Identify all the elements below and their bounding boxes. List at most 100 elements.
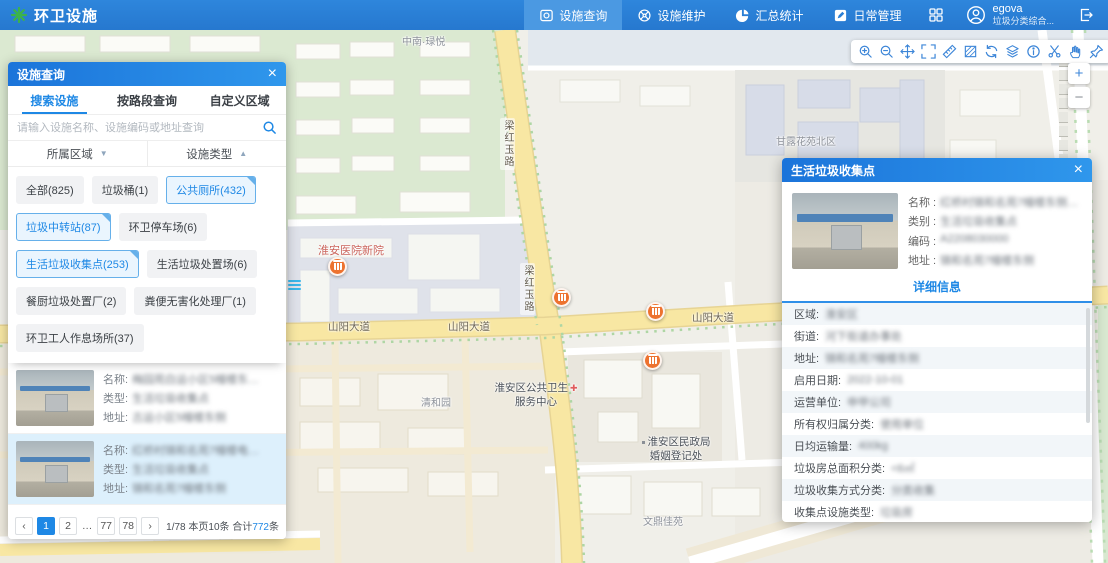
- user-menu[interactable]: egova 垃圾分类综合...: [966, 3, 1054, 27]
- map-label-hospital: 淮安医院新院: [318, 242, 384, 258]
- map-tool-extent[interactable]: [920, 43, 937, 60]
- type-dropdown[interactable]: 设施类型 ▲: [148, 141, 287, 166]
- map-label-area: 清和园: [421, 394, 451, 409]
- pagination: ‹ 1 2 … 77 78 › 1/78 本页10条 合计772条: [8, 512, 286, 539]
- close-icon[interactable]: ×: [268, 66, 277, 82]
- statistics-icon: [735, 8, 750, 23]
- prev-page-button[interactable]: ‹: [15, 517, 33, 535]
- tab-search-facility[interactable]: 搜索设施: [8, 86, 101, 114]
- field-label: 区域:: [794, 306, 819, 322]
- user-org: 垃圾分类综合...: [992, 16, 1054, 27]
- map-tool-measure[interactable]: [941, 43, 958, 60]
- map-tool-layers[interactable]: [1004, 43, 1021, 60]
- facility-maintain-icon: [637, 8, 652, 23]
- type-dropdown-label: 设施类型: [186, 146, 232, 162]
- logout-button[interactable]: [1064, 0, 1108, 30]
- chip-disposal-site[interactable]: 生活垃圾处置场(6): [147, 250, 257, 278]
- total-count: 772: [252, 522, 269, 533]
- field-label: 启用日期:: [794, 372, 841, 388]
- map-label-area: 甘露花苑北区: [776, 133, 836, 148]
- chip-night-soil[interactable]: 粪便无害化处理厂(1): [134, 287, 255, 315]
- tab-detail-info[interactable]: 详细信息: [782, 278, 1092, 303]
- map-tool-pan[interactable]: [899, 43, 916, 60]
- map-tool-clip[interactable]: [1046, 43, 1063, 60]
- page-2-button[interactable]: 2: [59, 517, 77, 535]
- chip-worker-rest[interactable]: 环卫工人作息场所(37): [16, 324, 144, 352]
- page-ellipsis: …: [81, 517, 93, 535]
- panel-header: 设施查询 ×: [8, 62, 286, 86]
- zoom-out-icon: [879, 44, 894, 59]
- map-tool-area-measure[interactable]: [962, 43, 979, 60]
- user-name: egova: [992, 3, 1054, 16]
- list-item[interactable]: 名称:红桥村锦和名苑8幢楼电… 类型:生活垃圾收集点: [8, 505, 286, 512]
- tab-by-road[interactable]: 按路段查询: [101, 86, 194, 114]
- field-value: 锦和名苑7幢楼东侧: [132, 480, 226, 496]
- map-tool-zoom-in[interactable]: [857, 43, 874, 60]
- scrollbar[interactable]: [1086, 308, 1090, 423]
- field-value: 分类收集: [891, 482, 935, 498]
- map-tool-hand[interactable]: [1067, 43, 1084, 60]
- facility-detail-panel: 生活垃圾收集点 × 名称 :红桥村锦和名苑7幢楼东侧01垃圾收… 类别 :生活垃…: [782, 158, 1092, 522]
- list-item[interactable]: 名称:梅园苑白运小区5幢楼东… 类型:生活垃圾收集点 地址:古运小区5幢楼东侧: [8, 363, 286, 434]
- facility-marker[interactable]: [643, 351, 662, 370]
- zoom-in-icon: [858, 44, 873, 59]
- trash-bin-icon: [558, 294, 566, 301]
- chip-transfer-station[interactable]: 垃圾中转站(87): [16, 213, 111, 241]
- field-value: 河下街道办事处: [825, 328, 902, 344]
- chip-public-toilet[interactable]: 公共厕所(432): [166, 176, 256, 204]
- civil-affairs-line2: 婚姻登记处: [650, 450, 703, 462]
- poi-dot-icon: [642, 441, 645, 444]
- search-icon[interactable]: [262, 120, 277, 135]
- facility-marker[interactable]: [646, 302, 665, 321]
- map-tool-info[interactable]: [1025, 43, 1042, 60]
- region-dropdown[interactable]: 所属区域 ▼: [8, 141, 148, 166]
- map-tool-zoom-out[interactable]: [878, 43, 895, 60]
- chip-trash-can[interactable]: 垃圾桶(1): [92, 176, 158, 204]
- pagination-info: 1/78 本页10条 合计772条: [166, 518, 279, 533]
- field-value: 生活垃圾收集点: [132, 461, 209, 477]
- avatar-icon: [966, 5, 986, 25]
- field-label: 类型:: [103, 390, 128, 406]
- next-page-button[interactable]: ›: [141, 517, 159, 535]
- chip-collection-point[interactable]: 生活垃圾收集点(253): [16, 250, 139, 278]
- facility-query-panel: 设施查询 × 搜索设施 按路段查询 自定义区域 所属区域 ▼ 设施类型 ▲ 全部…: [8, 62, 286, 539]
- nav-facility-maintain[interactable]: 设施维护: [622, 0, 720, 30]
- nav-daily-management[interactable]: 日常管理: [818, 0, 916, 30]
- map-tool-pin[interactable]: [1088, 43, 1105, 60]
- facility-marker[interactable]: [552, 288, 571, 307]
- main-nav: 设施查询 设施维护 汇总统计 日常管理 egova 垃圾分类综合...: [524, 0, 1108, 30]
- map-zoom-in-button[interactable]: +: [1068, 63, 1090, 84]
- area-measure-icon: [963, 44, 978, 59]
- search-input[interactable]: [17, 122, 258, 134]
- field-value: A2208030000: [940, 233, 1009, 249]
- chip-kitchen-waste[interactable]: 餐厨垃圾处置厂(2): [16, 287, 126, 315]
- field-value: 红桥村锦和名苑7幢楼电…: [132, 442, 259, 458]
- close-icon[interactable]: ×: [1074, 162, 1083, 178]
- page-77-button[interactable]: 77: [97, 517, 115, 535]
- facility-marker[interactable]: [328, 257, 347, 276]
- chip-all[interactable]: 全部(825): [16, 176, 84, 204]
- nav-facility-query[interactable]: 设施查询: [524, 0, 622, 30]
- map-zoom-out-button[interactable]: −: [1068, 87, 1090, 108]
- field-label: 收集点设施类型:: [794, 504, 874, 520]
- daily-management-icon: [833, 8, 848, 23]
- nav-statistics[interactable]: 汇总统计: [720, 0, 818, 30]
- app-title: 环卫设施: [34, 5, 98, 26]
- page-78-button[interactable]: 78: [119, 517, 137, 535]
- field-label: 类型:: [103, 461, 128, 477]
- detail-summary: 名称 :红桥村锦和名苑7幢楼东侧01垃圾收… 类别 :生活垃圾收集点 编码 :A…: [782, 182, 1092, 269]
- list-item-fields: 名称:红桥村锦和名苑7幢楼电… 类型:生活垃圾收集点 地址:锦和名苑7幢楼东侧: [103, 441, 278, 497]
- field-value: 生活垃圾收集点: [132, 390, 209, 406]
- map-tool-refresh[interactable]: [983, 43, 1000, 60]
- chip-parking[interactable]: 环卫停车场(6): [119, 213, 207, 241]
- page-1-button[interactable]: 1: [37, 517, 55, 535]
- panel-collapse-handle[interactable]: [288, 280, 301, 290]
- health-center-line2: 服务中心: [515, 396, 557, 408]
- list-item-selected[interactable]: 名称:红桥村锦和名苑7幢楼电… 类型:生活垃圾收集点 地址:锦和名苑7幢楼东侧: [8, 434, 286, 505]
- tab-custom-area[interactable]: 自定义区域: [193, 86, 286, 114]
- layers-icon: [1005, 44, 1020, 59]
- field-label: 地址:: [103, 480, 128, 496]
- apps-grid-button[interactable]: [916, 0, 956, 30]
- field-value: 生活垃圾收集点: [940, 213, 1017, 229]
- region-dropdown-label: 所属区域: [47, 146, 93, 162]
